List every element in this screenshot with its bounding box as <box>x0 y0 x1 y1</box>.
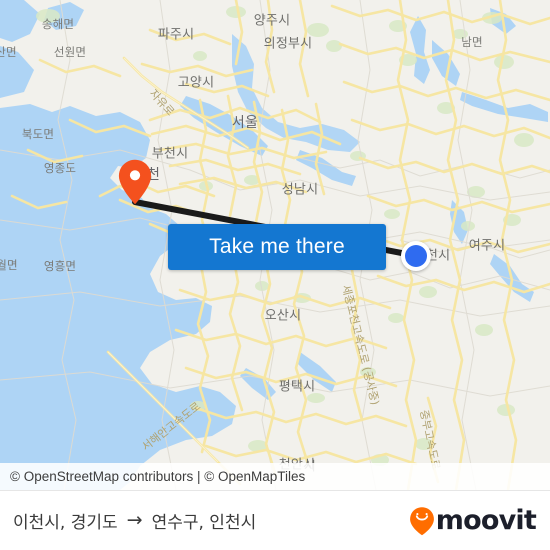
destination-dot-core <box>405 245 427 267</box>
footer-bar: 이천시, 경기도 → 연수구, 인천시 moovit <box>0 490 550 550</box>
map-canvas[interactable]: 송해면선원면산면파주시양주시의정부시남면고양시서울북도면부천시인천영종도성남시월… <box>0 0 550 490</box>
route-origin-label: 이천시, 경기도 <box>13 513 118 533</box>
map-attribution-text[interactable]: © OpenStreetMap contributors | © OpenMap… <box>10 469 305 484</box>
moovit-map-page: 송해면선원면산면파주시양주시의정부시남면고양시서울북도면부천시인천영종도성남시월… <box>0 0 550 550</box>
moovit-pin-icon <box>409 506 434 535</box>
take-me-there-button[interactable]: Take me there <box>168 224 386 270</box>
moovit-wordmark: moovit <box>435 505 537 536</box>
moovit-logo[interactable]: moovit <box>409 505 537 536</box>
route-summary: 이천시, 경기도 → 연수구, 인천시 <box>13 508 257 534</box>
route-destination-label: 연수구, 인천시 <box>151 513 257 533</box>
origin-marker-pin[interactable] <box>118 159 152 205</box>
map-attribution-bar: © OpenStreetMap contributors | © OpenMap… <box>0 463 550 490</box>
map-pin-icon <box>118 159 152 205</box>
route-arrow-icon: → <box>126 509 143 531</box>
destination-marker-dot[interactable] <box>401 241 431 271</box>
